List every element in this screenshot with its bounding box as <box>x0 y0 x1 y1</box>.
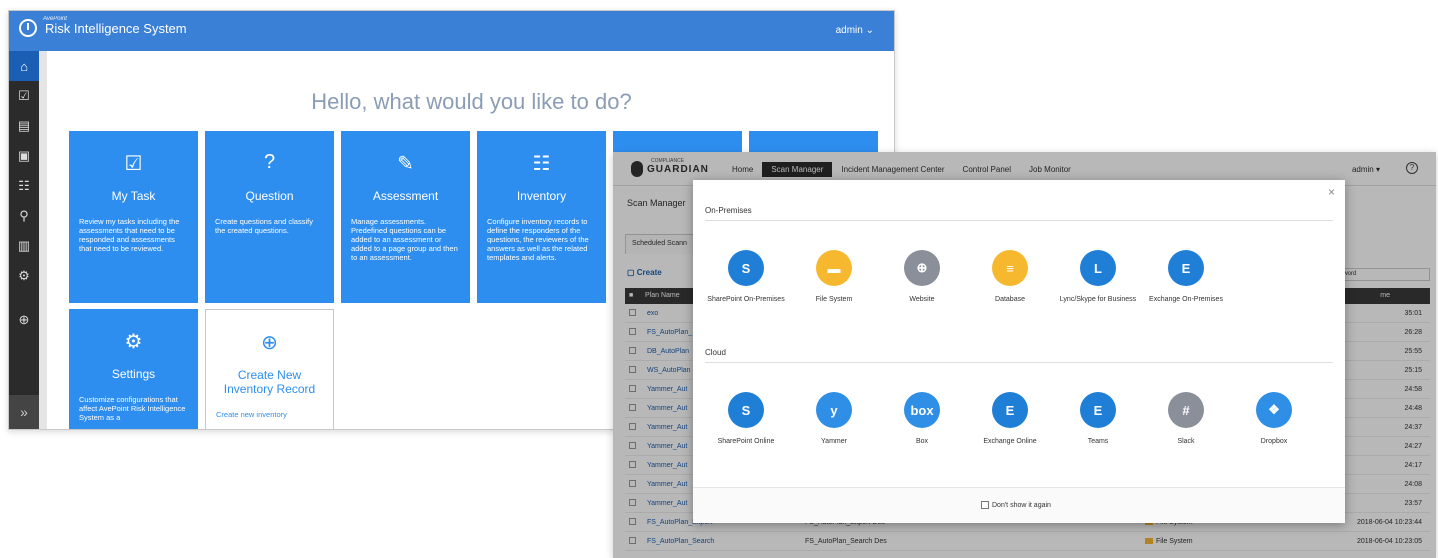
section-cloud: Cloud <box>705 348 726 357</box>
teams-icon: E <box>1080 392 1116 428</box>
source-label: Yammer <box>821 438 847 445</box>
tile-inventory[interactable]: ☷ Inventory Configure inventory records … <box>477 131 606 303</box>
app-title: Risk Intelligence System <box>45 20 187 36</box>
source-box[interactable]: box Box <box>879 392 965 445</box>
gear-icon: ⚙ <box>124 331 143 353</box>
source-website[interactable]: ⊕ Website <box>879 250 965 303</box>
exchange-on-premises-icon: E <box>1168 250 1204 286</box>
source-slack[interactable]: # Slack <box>1143 392 1229 445</box>
tile-title: Question <box>245 189 294 203</box>
task-icon[interactable]: ☑ <box>9 81 39 111</box>
tile-desc: Create new inventory <box>216 410 287 419</box>
lync-skype-for-business-icon: L <box>1080 250 1116 286</box>
source-sharepoint-online[interactable]: S SharePoint Online <box>703 392 789 445</box>
tile-assessment[interactable]: ✎ Assessment Manage assessments. Predefi… <box>341 131 470 303</box>
dont-show-again-option[interactable]: Don't show it again <box>981 501 1051 509</box>
source-label: Dropbox <box>1260 438 1288 445</box>
source-label: Teams <box>1087 438 1109 445</box>
website-icon: ⊕ <box>904 250 940 286</box>
home-icon[interactable]: ⌂ <box>9 51 39 81</box>
plus-circle-icon: ⊕ <box>261 332 278 354</box>
question-doc-icon: ? <box>263 151 276 173</box>
brand-logo-icon <box>19 19 37 37</box>
source-label: SharePoint On-Premises <box>707 296 785 303</box>
source-label: Website <box>909 296 935 303</box>
question-icon[interactable]: ▤ <box>9 111 39 141</box>
tile-my-task[interactable]: ☑ My Task Review my tasks including the … <box>69 131 198 303</box>
source-yammer[interactable]: y Yammer <box>791 392 877 445</box>
tile-title: My Task <box>111 189 156 203</box>
source-exchange-online[interactable]: E Exchange Online <box>967 392 1053 445</box>
dont-show-again-checkbox[interactable] <box>981 501 989 509</box>
slack-icon: # <box>1168 392 1204 428</box>
tile-title: Assessment <box>372 189 439 203</box>
hierarchy-icon[interactable]: ⚲ <box>9 201 39 231</box>
source-database[interactable]: ≡ Database <box>967 250 1053 303</box>
report-icon[interactable]: ▥ <box>9 231 39 261</box>
source-lync-skype-for-business[interactable]: L Lync/Skype for Business <box>1055 250 1141 303</box>
source-label: File System <box>815 296 853 303</box>
source-label: Box <box>915 438 929 445</box>
tile-desc: Manage assessments. Predefined questions… <box>351 217 458 262</box>
database-icon: ≡ <box>992 250 1028 286</box>
greeting: Hello, what would you like to do? <box>311 89 632 114</box>
dont-show-again-label: Don't show it again <box>992 501 1051 509</box>
source-teams[interactable]: E Teams <box>1055 392 1141 445</box>
dropbox-icon: ❖ <box>1256 392 1292 428</box>
tile-title: Settings <box>111 367 156 381</box>
inventory-list-icon: ☷ <box>532 153 551 175</box>
tile-create-inventory-record[interactable]: ⊕ Create New Inventory Record Create new… <box>205 309 334 429</box>
sharepoint-online-icon: S <box>728 392 764 428</box>
source-label: Lync/Skype for Business <box>1059 296 1137 303</box>
source-exchange-on-premises[interactable]: E Exchange On-Premises <box>1143 250 1229 303</box>
user-menu[interactable]: admin ⌄ <box>836 25 874 36</box>
add-scan-source-modal: × On-Premises S SharePoint On-Premises ▬ Fi… <box>693 180 1345 523</box>
tile-title: Inventory <box>516 189 567 203</box>
settings-icon[interactable]: ⚙ <box>9 261 39 291</box>
source-sharepoint-on-premises[interactable]: S SharePoint On-Premises <box>703 250 789 303</box>
source-label: SharePoint Online <box>717 438 775 445</box>
checklist-icon: ☑ <box>124 153 143 175</box>
tile-desc: Create questions and classify the create… <box>215 217 313 235</box>
source-label: Slack <box>1177 438 1195 445</box>
yammer-icon: y <box>816 392 852 428</box>
brand[interactable]: AvePoint Risk Intelligence System <box>19 16 187 37</box>
tile-desc: Configure inventory records to define th… <box>487 217 589 262</box>
add-icon[interactable]: ⊕ <box>9 305 39 335</box>
scrollbar[interactable] <box>39 51 47 429</box>
sharepoint-on-premises-icon: S <box>728 250 764 286</box>
section-on-premises: On-Premises <box>705 206 752 215</box>
source-dropbox[interactable]: ❖ Dropbox <box>1231 392 1317 445</box>
modal-footer: Don't show it again <box>693 487 1345 523</box>
file-system-icon: ▬ <box>816 250 852 286</box>
tile-desc: Customize configurations that affect Ave… <box>79 395 186 422</box>
source-label: Database <box>995 296 1025 303</box>
brand-sub: AvePoint <box>43 16 67 22</box>
tile-title: Create New Inventory Record <box>223 368 316 396</box>
source-label: Exchange On-Premises <box>1149 296 1223 303</box>
divider <box>705 220 1333 221</box>
sidebar: ⌂ ☑ ▤ ▣ ☷ ⚲ ▥ ⚙ ⊕ » <box>9 51 39 429</box>
exchange-online-icon: E <box>992 392 1028 428</box>
source-label: Exchange Online <box>983 438 1037 445</box>
divider <box>705 362 1333 363</box>
inventory-icon[interactable]: ☷ <box>9 171 39 201</box>
tile-desc: Review my tasks including the assessment… <box>79 217 180 253</box>
clipboard-edit-icon: ✎ <box>397 153 414 175</box>
expand-sidebar-icon[interactable]: » <box>9 395 39 429</box>
assessment-icon[interactable]: ▣ <box>9 141 39 171</box>
source-file-system[interactable]: ▬ File System <box>791 250 877 303</box>
close-icon[interactable]: × <box>1328 185 1335 199</box>
box-icon: box <box>904 392 940 428</box>
top-bar: AvePoint Risk Intelligence System admin … <box>9 11 894 51</box>
tile-question[interactable]: ? Question Create questions and classify… <box>205 131 334 303</box>
tile-settings[interactable]: ⚙ Settings Customize configurations that… <box>69 309 198 429</box>
